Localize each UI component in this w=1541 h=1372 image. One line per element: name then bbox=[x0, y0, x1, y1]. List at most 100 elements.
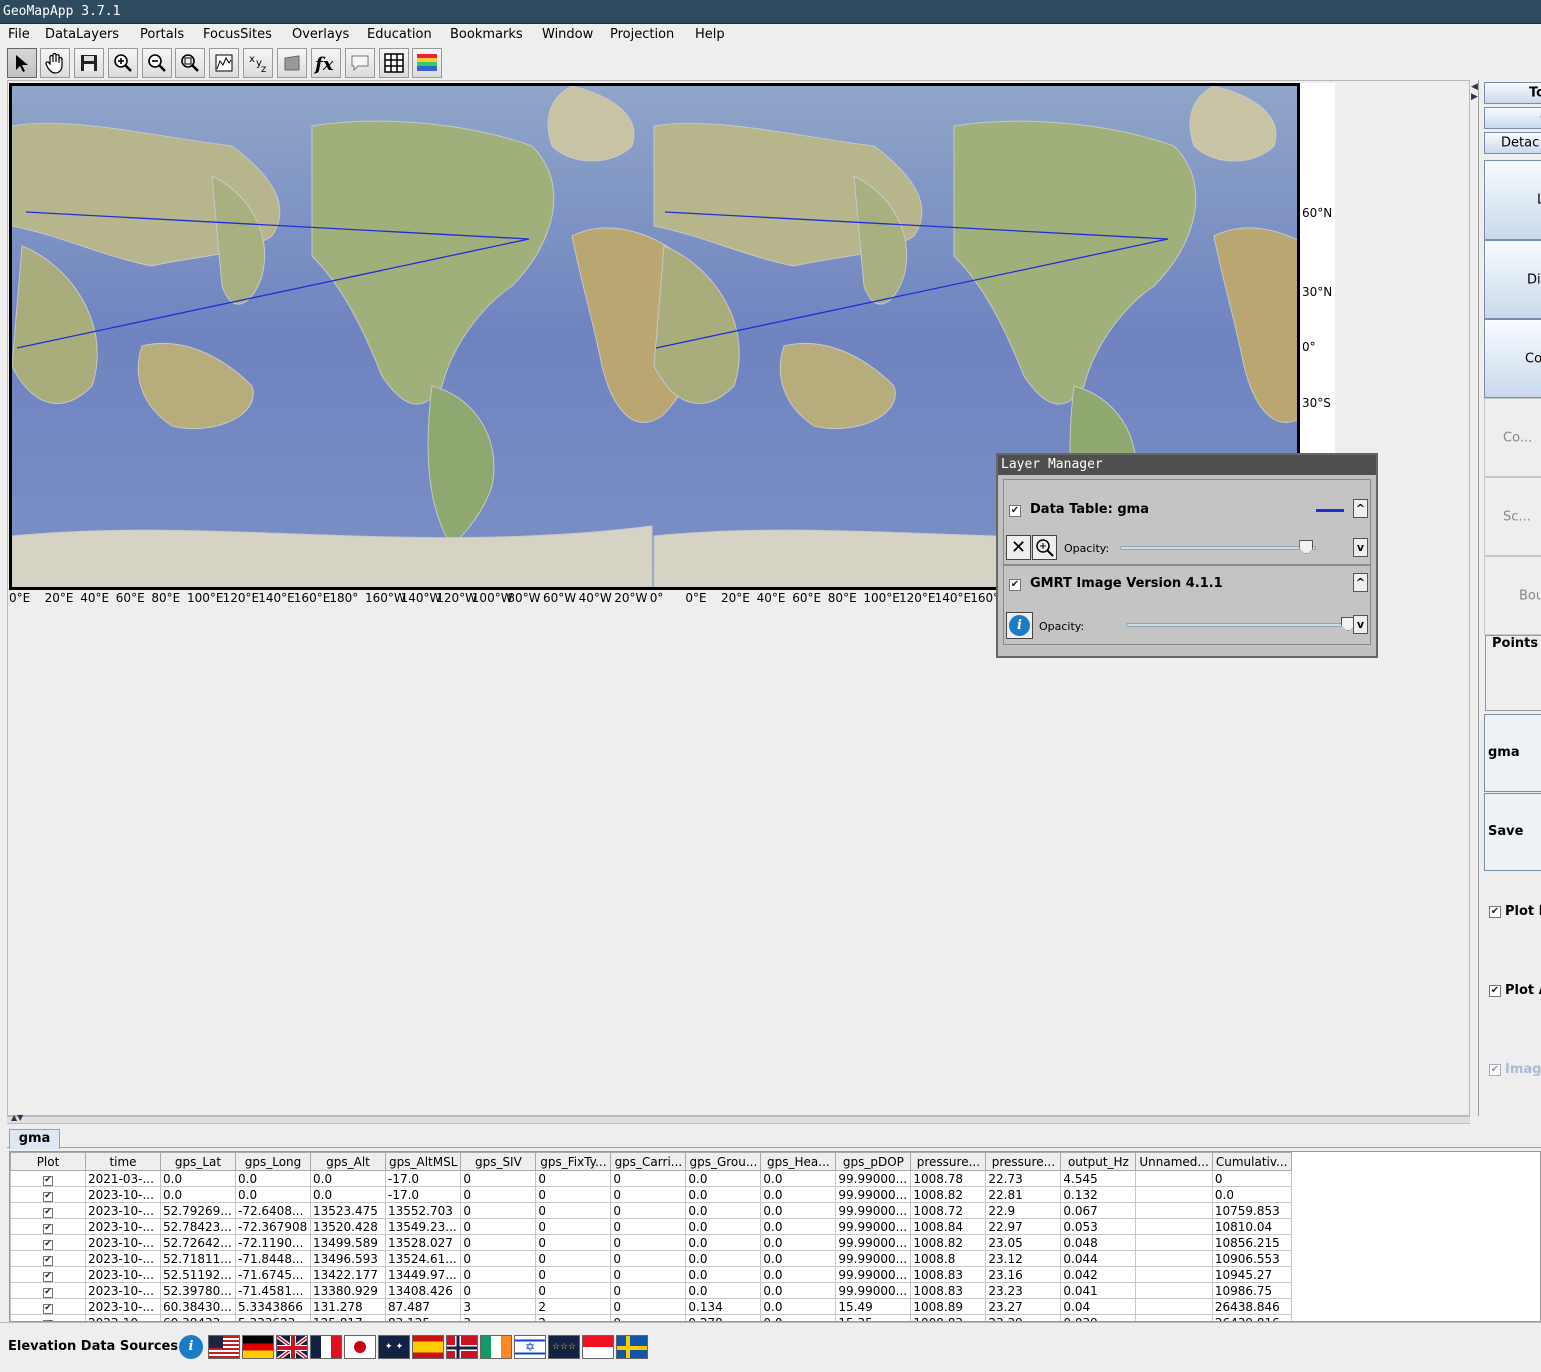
menu-bookmarks[interactable]: Bookmarks bbox=[450, 27, 523, 42]
australia-flag-icon[interactable]: ✦ ✦ bbox=[378, 1335, 410, 1359]
menu-focussites[interactable]: FocusSites bbox=[203, 27, 272, 42]
menu-window[interactable]: Window bbox=[542, 27, 593, 42]
sweden-flag-icon[interactable] bbox=[616, 1335, 648, 1359]
save-label[interactable]: Save bbox=[1488, 824, 1523, 839]
panel-collapse-arrows[interactable]: ◀ ▶ bbox=[1471, 82, 1478, 102]
scale-button[interactable]: Sc... bbox=[1484, 477, 1541, 556]
germany-flag-icon[interactable] bbox=[242, 1335, 274, 1359]
menu-education[interactable]: Education bbox=[367, 27, 432, 42]
zoom-in-icon[interactable] bbox=[108, 48, 138, 78]
layer-visible-checkbox[interactable]: ✔ bbox=[1009, 579, 1021, 591]
plot-checkbox[interactable]: ✔ bbox=[10, 1298, 86, 1315]
opacity-slider-thumb[interactable] bbox=[1299, 540, 1314, 554]
ireland-flag-icon[interactable] bbox=[480, 1335, 512, 1359]
panel-splitter[interactable]: ▲▼ bbox=[7, 1113, 1470, 1124]
digitize-profile-icon[interactable] bbox=[209, 48, 239, 78]
column-header[interactable]: gps_Alt bbox=[310, 1152, 386, 1171]
table-row[interactable]: ✔ 2023-10-... 52.39780... -71.4581... 13380.… bbox=[10, 1282, 1292, 1299]
select-arrow-icon[interactable] bbox=[7, 48, 37, 78]
column-header[interactable]: output_Hz bbox=[1060, 1152, 1137, 1171]
column-header[interactable]: Unnamed... bbox=[1135, 1152, 1213, 1171]
layer-down-button[interactable]: v bbox=[1353, 615, 1368, 634]
menu-file[interactable]: File bbox=[8, 27, 30, 42]
column-header[interactable]: gps_Carri... bbox=[610, 1152, 687, 1171]
layer-info-icon[interactable]: i bbox=[1006, 612, 1033, 639]
table-row[interactable]: ✔ 2023-10-... 0.0 0.0 0.0 -17.0 0 0 0 0.0 0.0 99.99… bbox=[10, 1186, 1292, 1203]
column-header[interactable]: Plot bbox=[10, 1152, 86, 1171]
zoom-fit-icon[interactable] bbox=[175, 48, 205, 78]
plot-a-checkbox[interactable]: ✔Plot A bbox=[1489, 983, 1541, 998]
image-checkbox[interactable]: ✔Image bbox=[1489, 1062, 1541, 1077]
function-fx-icon[interactable]: fx bbox=[311, 48, 341, 78]
plot-checkbox[interactable]: ✔ bbox=[10, 1170, 86, 1187]
israel-flag-icon[interactable]: ✡ bbox=[514, 1335, 546, 1359]
plot-p-checkbox[interactable]: ✔Plot P bbox=[1489, 904, 1541, 919]
table-row[interactable]: ✔2023-10-...60.38433...5.333623...125.81… bbox=[10, 1314, 1292, 1321]
france-flag-icon[interactable] bbox=[310, 1335, 342, 1359]
menu-help[interactable]: Help bbox=[695, 27, 725, 42]
column-header[interactable]: gps_Hea... bbox=[760, 1152, 837, 1171]
display-button[interactable]: Dis bbox=[1484, 240, 1541, 319]
uk-flag-icon[interactable] bbox=[276, 1335, 308, 1359]
table-row[interactable]: ✔ 2023-10-... 52.72642... -72.1190... 13499.… bbox=[10, 1234, 1292, 1251]
zoom-out-icon[interactable] bbox=[142, 48, 172, 78]
column-header[interactable]: pressure... bbox=[910, 1152, 987, 1171]
usa-flag-icon[interactable] bbox=[208, 1335, 240, 1359]
plot-checkbox[interactable]: ✔ bbox=[10, 1186, 86, 1203]
co-button[interactable]: Co... bbox=[1484, 398, 1541, 477]
column-header[interactable]: gps_Lat bbox=[160, 1152, 236, 1171]
layer-up-button[interactable]: ^ bbox=[1353, 499, 1368, 518]
opacity-slider[interactable] bbox=[1120, 546, 1316, 550]
layer-visible-checkbox[interactable]: ✔ bbox=[1009, 505, 1021, 517]
column-header[interactable]: gps_Long bbox=[235, 1152, 311, 1171]
plot-checkbox[interactable]: ✔ bbox=[10, 1266, 86, 1283]
layer-down-button[interactable]: v bbox=[1353, 538, 1368, 557]
zoom-to-layer-icon[interactable] bbox=[1032, 535, 1057, 560]
opacity-slider[interactable] bbox=[1126, 623, 1348, 627]
menu-projection[interactable]: Projection bbox=[610, 27, 674, 42]
table-row[interactable]: ✔ 2021-03-... 0.0 0.0 0.0 -17.0 0 0 0 0.0 0.0 99.99… bbox=[10, 1170, 1292, 1187]
color-button[interactable]: Cor bbox=[1484, 319, 1541, 398]
column-header[interactable]: pressure... bbox=[985, 1152, 1062, 1171]
layer-up-button[interactable]: ^ bbox=[1353, 573, 1368, 592]
plot-checkbox[interactable]: ✔ bbox=[10, 1234, 86, 1251]
xyz-icon[interactable]: xyz bbox=[243, 48, 273, 78]
right-button-l[interactable]: L bbox=[1484, 160, 1541, 240]
column-header[interactable]: gps_FixTy... bbox=[535, 1152, 612, 1171]
table-row[interactable]: ✔ 2023-10-... 52.51192... -71.6745... 13422.… bbox=[10, 1266, 1292, 1283]
spain-flag-icon[interactable] bbox=[412, 1335, 444, 1359]
grid-icon[interactable] bbox=[379, 48, 409, 78]
right-button-c[interactable]: C bbox=[1484, 107, 1541, 129]
remove-layer-icon[interactable]: ✕ bbox=[1006, 535, 1031, 560]
column-header[interactable]: gps_AltMSL bbox=[384, 1152, 462, 1171]
pan-hand-icon[interactable] bbox=[40, 48, 70, 78]
plot-checkbox[interactable]: ✔ bbox=[10, 1282, 86, 1299]
plot-checkbox[interactable]: ✔ bbox=[10, 1202, 86, 1219]
line-color-swatch[interactable] bbox=[1316, 509, 1344, 512]
table-row[interactable]: ✔ 2023-10-... 52.78423... -72.367908 13520.4… bbox=[10, 1218, 1292, 1235]
column-header[interactable]: gps_Grou... bbox=[685, 1152, 762, 1171]
eu-flag-icon[interactable]: ☆☆☆ bbox=[548, 1335, 580, 1359]
column-header[interactable]: Cumulativ... bbox=[1211, 1152, 1292, 1171]
layer-shade-icon[interactable] bbox=[277, 48, 307, 78]
detach-button[interactable]: Detac bbox=[1484, 132, 1541, 154]
info-icon[interactable]: i bbox=[179, 1335, 203, 1359]
column-header[interactable]: gps_pDOP bbox=[835, 1152, 912, 1171]
right-button-top[interactable]: To bbox=[1484, 82, 1541, 104]
column-header[interactable]: gps_SIV bbox=[460, 1152, 537, 1171]
menu-portals[interactable]: Portals bbox=[140, 27, 184, 42]
save-disk-icon[interactable] bbox=[74, 48, 104, 78]
tab-gma[interactable]: gma bbox=[9, 1129, 60, 1149]
tooltip-icon[interactable] bbox=[345, 48, 375, 78]
menu-overlays[interactable]: Overlays bbox=[292, 27, 349, 42]
plot-checkbox[interactable]: ✔ bbox=[10, 1218, 86, 1235]
table-row[interactable]: ✔ 2023-10-... 52.79269... -72.6408... 13523.… bbox=[10, 1202, 1292, 1219]
bounds-button[interactable]: Bou bbox=[1484, 556, 1541, 635]
singapore-flag-icon[interactable] bbox=[582, 1335, 614, 1359]
plot-checkbox[interactable]: ✔ bbox=[10, 1314, 86, 1321]
japan-flag-icon[interactable] bbox=[344, 1335, 376, 1359]
plot-checkbox[interactable]: ✔ bbox=[10, 1250, 86, 1267]
table-row[interactable]: ✔ 2023-10-... 52.71811... -71.8448... 13496.… bbox=[10, 1250, 1292, 1267]
save-box[interactable]: Save bbox=[1484, 793, 1541, 871]
column-header[interactable]: time bbox=[85, 1152, 161, 1171]
